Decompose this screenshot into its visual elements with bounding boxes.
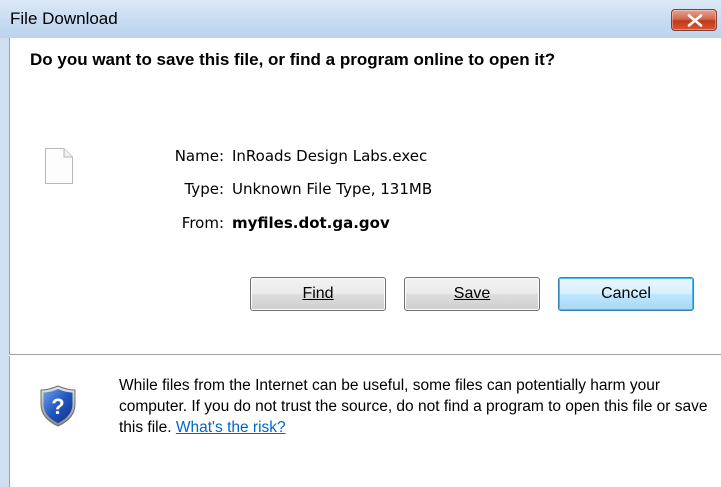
dialog-question: Do you want to save this file, or find a… <box>30 50 556 69</box>
close-button[interactable] <box>671 9 717 31</box>
save-button[interactable]: Save <box>404 277 540 311</box>
security-shield-icon: ? <box>40 385 76 427</box>
divider-highlight <box>9 355 721 356</box>
from-value: myfiles.dot.ga.gov <box>232 214 390 232</box>
name-label: Name: <box>174 147 224 165</box>
title-bar[interactable]: File Download <box>0 0 721 38</box>
svg-text:?: ? <box>51 394 64 419</box>
find-button[interactable]: Find <box>250 277 386 311</box>
cancel-button-label: Cancel <box>601 285 651 302</box>
window-title: File Download <box>10 9 118 28</box>
security-warning: While files from the Internet can be use… <box>119 375 709 438</box>
name-value: InRoads Design Labs.exec <box>232 147 428 165</box>
save-button-label: Save <box>453 285 491 302</box>
type-value: Unknown File Type, 131MB <box>232 180 433 198</box>
cancel-button[interactable]: Cancel <box>558 277 694 311</box>
whats-the-risk-link[interactable]: What's the risk? <box>176 419 286 436</box>
blank-file-icon <box>45 148 73 184</box>
close-icon <box>687 14 703 27</box>
find-button-label: Find <box>302 285 334 302</box>
type-label: Type: <box>184 180 224 198</box>
file-download-dialog: File Download Do you want to save this f… <box>0 0 721 487</box>
from-label: From: <box>181 214 224 232</box>
